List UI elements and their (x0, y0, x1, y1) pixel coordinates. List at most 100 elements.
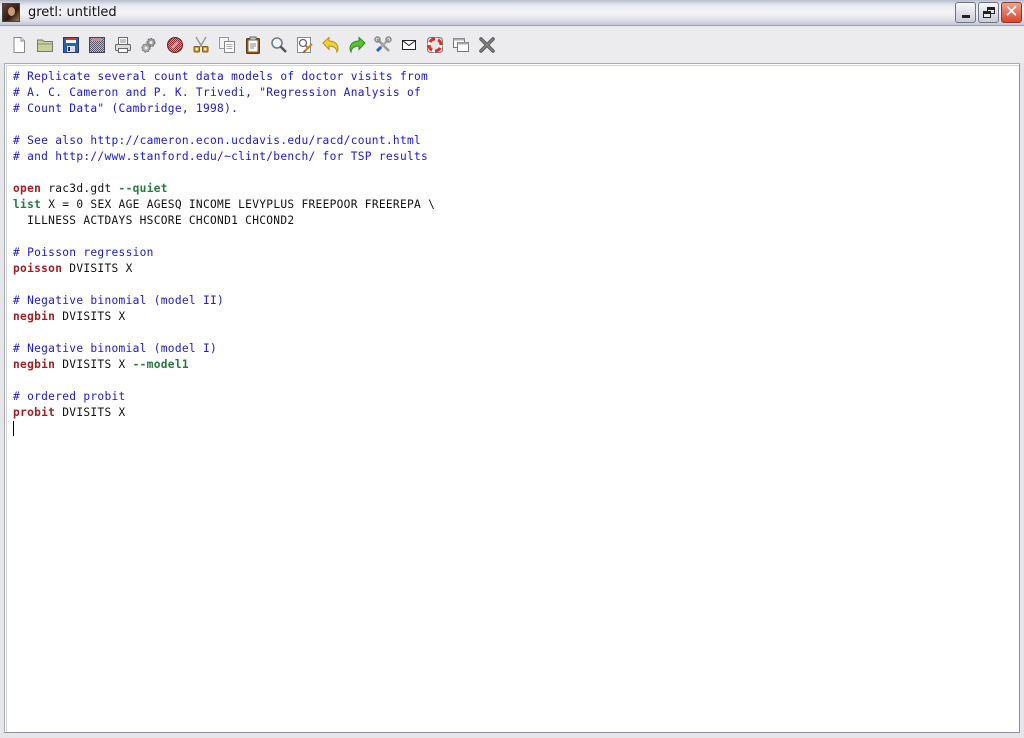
cut-button[interactable] (191, 35, 211, 55)
new-file-button[interactable] (9, 35, 29, 55)
lifebuoy-icon (427, 37, 443, 53)
restore-icon (982, 7, 995, 18)
code-comment: # Negative binomial (model II) (13, 294, 225, 307)
printer-icon (115, 37, 131, 53)
code-line[interactable]: # ordered probit (13, 389, 435, 405)
maximize-button[interactable] (978, 2, 999, 23)
code-text: rac3d.gdt (41, 182, 119, 195)
find-replace-icon (297, 37, 313, 53)
code-line[interactable]: negbin DVISITS X --model1 (13, 357, 435, 373)
code-line[interactable]: # and http://www.stanford.edu/~clint/ben… (13, 149, 435, 165)
code-line[interactable]: ILLNESS ACTDAYS HSCORE CHCOND1 CHCOND2 (13, 213, 435, 229)
code-comment: # Negative binomial (model I) (13, 342, 218, 355)
script-editor[interactable]: # Replicate several count data models of… (4, 63, 1020, 733)
gretl-app-icon[interactable] (2, 3, 20, 22)
stop-icon (167, 37, 183, 53)
code-comment: # A. C. Cameron and P. K. Trivedi, "Regr… (13, 86, 422, 99)
redo-button[interactable] (347, 35, 367, 55)
code-line[interactable] (13, 373, 435, 389)
code-line[interactable] (13, 421, 435, 437)
code-command: poisson (13, 262, 63, 275)
help-button[interactable] (425, 35, 445, 55)
undo-button[interactable] (321, 35, 341, 55)
copy-button[interactable] (217, 35, 237, 55)
find-replace-button[interactable] (295, 35, 315, 55)
folder-icon (37, 39, 53, 52)
code-line[interactable]: open rac3d.gdt --quiet (13, 181, 435, 197)
code-text: DVISITS X (55, 310, 126, 323)
code-line[interactable]: list X = 0 SEX AGE AGESQ INCOME LEVYPLUS… (13, 197, 435, 213)
windows-icon (453, 38, 469, 52)
code-line[interactable]: probit DVISITS X (13, 405, 435, 421)
code-line[interactable]: # Negative binomial (model I) (13, 341, 435, 357)
code-comment: # See also http://cameron.econ.ucdavis.e… (13, 134, 422, 147)
code-line[interactable] (13, 165, 435, 181)
code-text: DVISITS X (55, 358, 133, 371)
code-text: ILLNESS ACTDAYS HSCORE CHCOND1 CHCOND2 (13, 214, 295, 227)
tools-icon (374, 36, 392, 53)
clipboard-icon (246, 36, 260, 54)
copy-icon (219, 37, 235, 53)
code-comment: # Count Data" (Cambridge, 1998). (13, 102, 239, 115)
code-text: DVISITS X (62, 262, 133, 275)
x-icon (479, 37, 495, 53)
code-command: probit (13, 406, 56, 419)
preferences-button[interactable] (373, 35, 393, 55)
code-option: --quiet (118, 182, 168, 195)
code-comment: # Replicate several count data models of… (13, 70, 429, 83)
code-line[interactable]: poisson DVISITS X (13, 261, 435, 277)
new-file-icon (13, 37, 25, 53)
toolbar (0, 27, 1024, 63)
code-line[interactable] (13, 117, 435, 133)
code-command: negbin (13, 358, 56, 371)
find-button[interactable] (269, 35, 289, 55)
minimize-icon (961, 15, 970, 18)
gretl-script-window: gretl: untitled ✕ # Replicate several co… (0, 0, 1024, 738)
code-command: open (13, 182, 42, 195)
code-line[interactable] (13, 277, 435, 293)
code-text: X = 0 SEX AGE AGESQ INCOME LEVYPLUS FREE… (41, 198, 436, 211)
code-line[interactable]: # Replicate several count data models of… (13, 69, 435, 85)
magnifier-icon (271, 37, 287, 53)
scissors-icon (193, 36, 209, 53)
title-bar[interactable]: gretl: untitled ✕ (0, 0, 1024, 26)
code-line[interactable]: # Negative binomial (model II) (13, 293, 435, 309)
execute-button[interactable] (139, 35, 159, 55)
script-text[interactable]: # Replicate several count data models of… (13, 69, 435, 437)
script-editor-viewport[interactable]: # Replicate several count data models of… (6, 65, 1019, 732)
code-option: --model1 (132, 358, 189, 371)
minimize-button[interactable] (955, 2, 976, 23)
gears-icon (141, 38, 156, 53)
close-window-button[interactable]: ✕ (1001, 2, 1022, 23)
new-window-button[interactable] (451, 35, 471, 55)
save-as-button[interactable] (87, 35, 107, 55)
text-cursor (13, 421, 14, 436)
code-line[interactable]: # A. C. Cameron and P. K. Trivedi, "Regr… (13, 85, 435, 101)
save-button[interactable] (61, 35, 81, 55)
code-line[interactable]: # See also http://cameron.econ.ucdavis.e… (13, 133, 435, 149)
redo-icon (349, 36, 366, 54)
save-as-icon (89, 37, 105, 53)
close-script-button[interactable] (477, 35, 497, 55)
code-comment: # and http://www.stanford.edu/~clint/ben… (13, 150, 429, 163)
code-comment: # ordered probit (13, 390, 126, 403)
envelope-icon (402, 40, 416, 50)
print-button[interactable] (113, 35, 133, 55)
open-file-button[interactable] (35, 35, 55, 55)
code-comment: # Poisson regression (13, 246, 154, 259)
stop-button[interactable] (165, 35, 185, 55)
paste-button[interactable] (243, 35, 263, 55)
close-icon: ✕ (1004, 2, 1019, 22)
window-title: gretl: untitled (28, 5, 117, 20)
code-line[interactable] (13, 325, 435, 341)
code-line[interactable]: # Count Data" (Cambridge, 1998). (13, 101, 435, 117)
code-command: negbin (13, 310, 56, 323)
code-line[interactable] (13, 229, 435, 245)
undo-icon (322, 36, 339, 54)
code-line[interactable]: negbin DVISITS X (13, 309, 435, 325)
code-line[interactable]: # Poisson regression (13, 245, 435, 261)
save-icon (63, 37, 79, 53)
code-text: DVISITS X (55, 406, 126, 419)
code-command: list (13, 198, 42, 211)
send-email-button[interactable] (399, 35, 419, 55)
